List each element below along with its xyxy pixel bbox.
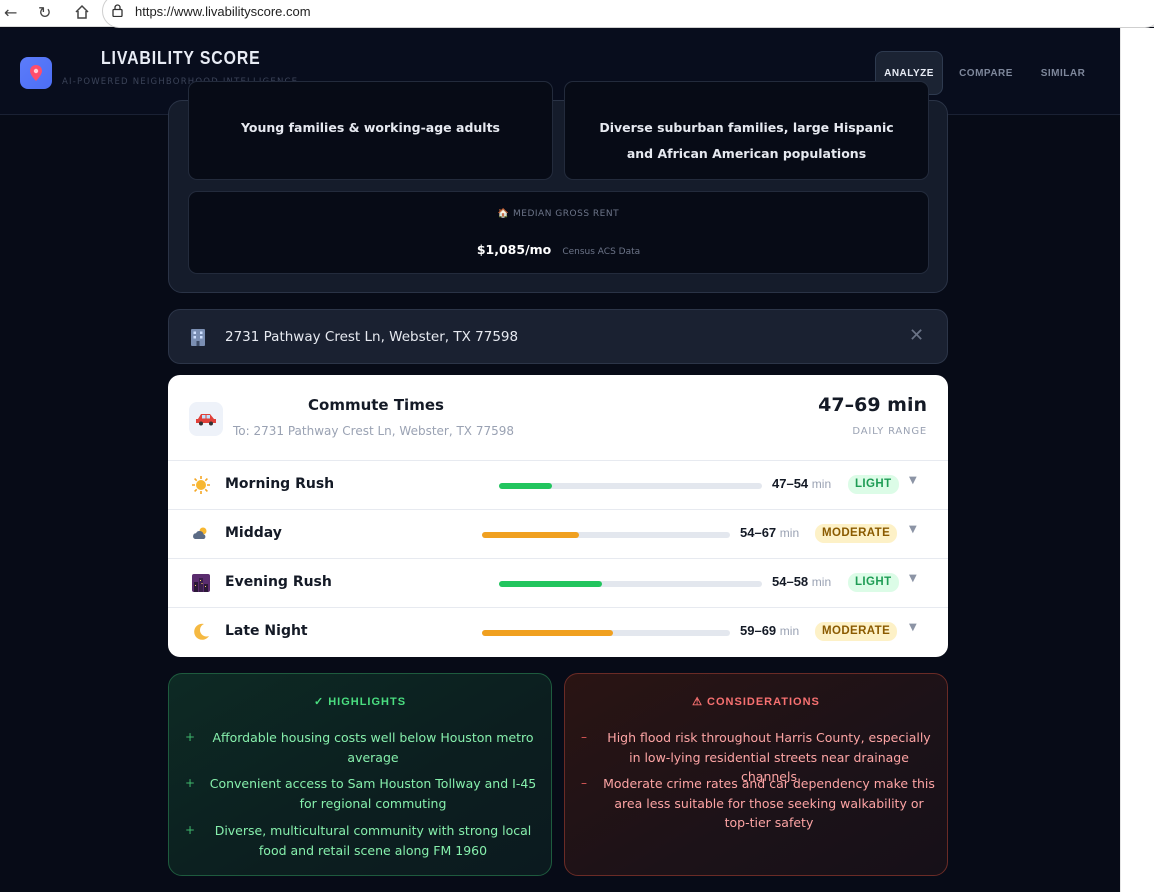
commute-unit: min	[811, 575, 832, 589]
browser-toolbar: ← ↻ https://www.livabilityscore.com	[0, 0, 1154, 28]
crescent-moon-icon	[194, 623, 209, 640]
commute-row-label: Evening Rush	[225, 574, 332, 590]
car-icon	[189, 402, 223, 436]
median-rent-box: 🏠 MEDIAN GROSS RENT $1,085/mo Census ACS…	[188, 191, 929, 274]
rent-label: MEDIAN GROSS RENT	[513, 209, 620, 219]
map-pin-icon	[20, 57, 52, 89]
commute-row-label: Midday	[225, 525, 282, 541]
commute-bar-fill	[499, 483, 552, 489]
diversity-box: Diverse suburban families, large Hispani…	[564, 81, 929, 180]
rent-source: Census ACS Data	[562, 247, 641, 257]
lock-icon	[112, 4, 123, 17]
commute-row-evening[interactable]: Evening Rush 54–58 min LIGHT ▼	[168, 558, 948, 607]
reload-icon[interactable]: ↻	[38, 3, 51, 22]
status-badge: MODERATE	[815, 524, 898, 543]
plus-icon: +	[185, 730, 196, 744]
commute-bar	[499, 581, 762, 587]
chevron-down-icon[interactable]: ▼	[909, 622, 917, 633]
url-text[interactable]: https://www.livabilityscore.com	[135, 4, 311, 19]
commute-unit: min	[779, 526, 800, 540]
rent-value: $1,085/mo	[476, 242, 552, 257]
commute-bar-fill	[482, 532, 579, 538]
commute-bar	[482, 630, 730, 636]
commute-bar	[482, 532, 730, 538]
status-badge: LIGHT	[848, 573, 899, 592]
selected-address[interactable]: 2731 Pathway Crest Ln, Webster, TX 77598…	[168, 309, 948, 364]
highlights-card: ✓ HIGHLIGHTS + Affordable housing costs …	[168, 673, 552, 876]
cloud-sun-icon	[193, 527, 207, 539]
commute-range: 47–69 min	[818, 394, 927, 416]
commute-time: 59–69	[740, 623, 777, 638]
considerations-card: ⚠ CONSIDERATIONS – High flood risk throu…	[564, 673, 948, 876]
list-item: + Affordable housing costs well below Ho…	[185, 730, 534, 765]
chevron-down-icon[interactable]: ▼	[909, 524, 917, 535]
commute-range-label: DAILY RANGE	[852, 426, 927, 437]
chevron-down-icon[interactable]: ▼	[909, 573, 917, 584]
list-item: + Diverse, multicultural community with …	[185, 823, 532, 858]
age-profile-text: Young families & working-age adults	[241, 120, 500, 135]
sun-icon	[192, 476, 210, 494]
address-text: 2731 Pathway Crest Ln, Webster, TX 77598	[225, 329, 519, 345]
chevron-down-icon[interactable]: ▼	[909, 475, 917, 486]
minus-icon: –	[581, 730, 587, 744]
city-dusk-icon	[192, 574, 210, 592]
commute-time: 54–67	[740, 525, 777, 540]
plus-icon: +	[185, 776, 196, 790]
commute-row-night[interactable]: Late Night 59–69 min MODERATE ▼	[168, 607, 948, 656]
commute-row-morning[interactable]: Morning Rush 47–54 min LIGHT ▼	[168, 460, 948, 509]
minus-icon: –	[581, 776, 587, 790]
commute-row-midday[interactable]: Midday 54–67 min MODERATE ▼	[168, 509, 948, 558]
commute-row-label: Late Night	[225, 623, 308, 639]
brand-title: LIVABILITY SCORE	[101, 48, 261, 68]
commute-time: 47–54	[772, 476, 809, 491]
tab-compare[interactable]: COMPARE	[953, 51, 1019, 95]
age-profile-box: Young families & working-age adults	[188, 81, 553, 180]
back-arrow-icon[interactable]: ←	[4, 3, 17, 22]
commute-unit: min	[811, 477, 832, 491]
tab-similar[interactable]: SIMILAR	[1030, 51, 1096, 95]
commute-row-label: Morning Rush	[225, 476, 335, 492]
list-item: – Moderate crime rates and car dependenc…	[581, 776, 935, 830]
home-icon[interactable]	[74, 4, 90, 20]
status-badge: MODERATE	[815, 622, 898, 641]
house-icon: 🏠	[497, 209, 510, 219]
demographics-card: Young families & working-age adults Dive…	[168, 81, 948, 293]
side-panel	[1121, 28, 1154, 892]
list-item: + Convenient access to Sam Houston Tollw…	[185, 776, 537, 811]
commute-bar-fill	[499, 581, 602, 587]
commute-bar	[499, 483, 762, 489]
commute-unit: min	[779, 624, 800, 638]
diversity-text: Diverse suburban families, large Hispani…	[599, 120, 894, 161]
close-icon[interactable]: ✕	[909, 325, 924, 346]
commute-bar-fill	[482, 630, 614, 636]
commute-time: 54–58	[772, 574, 809, 589]
plus-icon: +	[185, 823, 196, 837]
considerations-title: ⚠ CONSIDERATIONS	[692, 696, 820, 708]
commute-destination: To: 2731 Pathway Crest Ln, Webster, TX 7…	[233, 424, 515, 438]
highlights-title: ✓ HIGHLIGHTS	[313, 696, 407, 708]
status-badge: LIGHT	[848, 475, 899, 494]
building-icon	[191, 329, 205, 346]
commute-title: Commute Times	[308, 396, 444, 414]
commute-card: Commute Times To: 2731 Pathway Crest Ln,…	[168, 375, 948, 657]
